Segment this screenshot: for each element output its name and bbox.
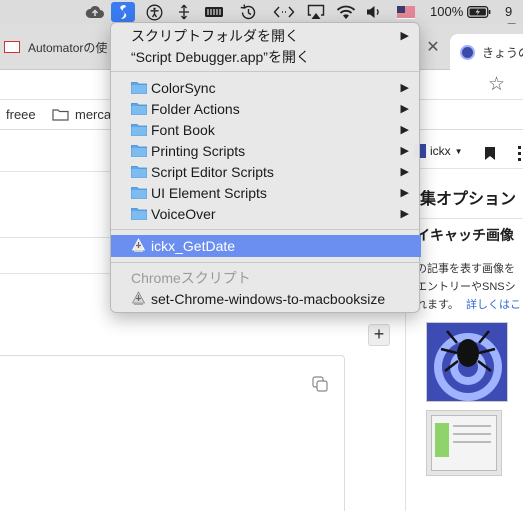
folder-icon — [131, 124, 147, 136]
sidebar-text-line: エントリーやSNSシ — [416, 281, 516, 293]
browser-tab-kyou[interactable]: きょうの — [450, 34, 523, 70]
menu-folder-voiceover[interactable]: VoiceOver ▶ — [111, 203, 421, 224]
bookmark-icon[interactable] — [484, 146, 496, 166]
applescript-icon — [131, 291, 146, 305]
menu-bar: 100% 9月 — [0, 0, 523, 37]
add-block-button[interactable]: + — [368, 324, 390, 346]
submenu-arrow-icon: ▶ — [400, 82, 409, 94]
chevron-down-icon: ▼ — [454, 146, 463, 156]
menu-item-label: スクリプトフォルダを開く — [131, 27, 299, 44]
volume-icon[interactable] — [364, 2, 384, 22]
more-icon[interactable] — [518, 146, 523, 161]
featured-image-thumbnail[interactable] — [426, 322, 508, 402]
menu-separator — [111, 262, 421, 263]
menu-script-set-chrome-windows[interactable]: set-Chrome-windows-to-macbooksize — [111, 288, 421, 309]
menu-item-label: Script Editor Scripts — [151, 163, 274, 180]
menu-item-open-script-folder[interactable]: スクリプトフォルダを開く ▶ — [111, 25, 421, 46]
editor-block[interactable] — [0, 355, 345, 511]
tab-favicon-icon — [4, 41, 20, 53]
bookmark-label: merca — [75, 107, 112, 122]
menu-item-label: Folder Actions — [151, 100, 240, 117]
menu-section-chrome-scripts: Chromeスクリプト — [111, 267, 421, 288]
menu-folder-folder-actions[interactable]: Folder Actions ▶ — [111, 98, 421, 119]
menu-item-label: “Script Debugger.app”を開く — [131, 48, 310, 65]
script-menu-dropdown: スクリプトフォルダを開く ▶ “Script Debugger.app”を開く … — [110, 22, 421, 313]
learn-more-link[interactable]: 詳しくはこ — [466, 296, 521, 312]
menu-script-ickx-getdate[interactable]: ickx_GetDate — [111, 235, 421, 257]
screenshot-thumbnail[interactable] — [426, 410, 502, 476]
move-arrows-icon[interactable] — [174, 2, 194, 22]
menu-item-label: Font Book — [151, 121, 215, 138]
submenu-arrow-icon: ▶ — [400, 208, 409, 220]
submenu-arrow-icon: ▶ — [400, 166, 409, 178]
menu-item-label: UI Element Scripts — [151, 184, 267, 201]
folder-icon — [131, 103, 147, 115]
sidebar-text-line: の記事を表す画像を — [416, 263, 515, 275]
wifi-icon[interactable] — [335, 2, 357, 22]
menu-folder-font-book[interactable]: Font Book ▶ — [111, 119, 421, 140]
accessibility-icon[interactable] — [143, 2, 165, 22]
us-flag-icon[interactable] — [395, 2, 417, 22]
sidebar-subheading[interactable]: イキャッチ画像 — [416, 225, 514, 245]
menu-item-label: VoiceOver — [151, 205, 216, 222]
battery-icon[interactable] — [466, 2, 492, 22]
airplay-icon[interactable] — [305, 2, 327, 22]
battery-percentage: 100% — [430, 4, 464, 19]
code-brackets-icon[interactable] — [271, 2, 297, 22]
menu-item-label: set-Chrome-windows-to-macbooksize — [151, 290, 386, 307]
bookmark-freee[interactable]: freee — [6, 107, 36, 122]
menu-item-label: ickx_GetDate — [151, 238, 236, 254]
tab-close-icon[interactable]: ✕ — [422, 32, 444, 62]
submenu-arrow-icon: ▶ — [400, 103, 409, 115]
script-menu-icon[interactable] — [111, 2, 135, 22]
bookmark-merca[interactable]: merca — [52, 107, 111, 122]
submenu-arrow-icon: ▶ — [400, 124, 409, 136]
account-name: ickx — [430, 144, 451, 158]
applescript-icon — [131, 238, 146, 252]
menu-folder-printing-scripts[interactable]: Printing Scripts ▶ — [111, 140, 421, 161]
menu-item-open-script-debugger[interactable]: “Script Debugger.app”を開く — [111, 46, 421, 67]
folder-icon — [131, 208, 147, 220]
cloud-upload-icon[interactable] — [84, 2, 106, 22]
menu-folder-script-editor-scripts[interactable]: Script Editor Scripts ▶ — [111, 161, 421, 182]
menu-folder-colorsync[interactable]: ColorSync ▶ — [111, 77, 421, 98]
menu-separator — [111, 229, 421, 230]
editor-sidebar: ickx ▼ 集オプション イキャッチ画像 の記事を表す画像を エントリーやSN… — [405, 130, 523, 511]
browser-tab-automator[interactable]: Automatorの使 — [0, 32, 112, 62]
folder-icon — [52, 109, 69, 121]
tab-title: Automatorの使 — [28, 40, 108, 55]
sidebar-heading: 集オプション — [420, 191, 517, 208]
folder-icon — [131, 187, 147, 199]
bookmark-star-icon[interactable]: ☆ — [488, 73, 505, 96]
folder-icon — [131, 166, 147, 178]
menu-item-label: ColorSync — [151, 79, 216, 96]
submenu-arrow-icon: ▶ — [400, 187, 409, 199]
menu-folder-ui-element-scripts[interactable]: UI Element Scripts ▶ — [111, 182, 421, 203]
account-menu[interactable]: ickx ▼ — [414, 144, 463, 158]
folder-icon — [131, 145, 147, 157]
time-machine-icon[interactable] — [237, 2, 259, 22]
sidebar-text-line: れます。 — [416, 299, 459, 311]
folder-icon — [131, 82, 147, 94]
memory-chip-icon[interactable] — [203, 2, 225, 22]
submenu-arrow-icon: ▶ — [400, 145, 409, 157]
tab-favicon-icon — [460, 44, 475, 60]
tab-title: きょうの — [481, 45, 523, 60]
submenu-arrow-icon: ▶ — [400, 30, 409, 42]
menu-section-title: Chromeスクリプト — [131, 269, 251, 286]
menu-separator — [111, 71, 421, 72]
bookmark-label: freee — [6, 107, 36, 122]
menu-item-label: Printing Scripts — [151, 142, 246, 159]
